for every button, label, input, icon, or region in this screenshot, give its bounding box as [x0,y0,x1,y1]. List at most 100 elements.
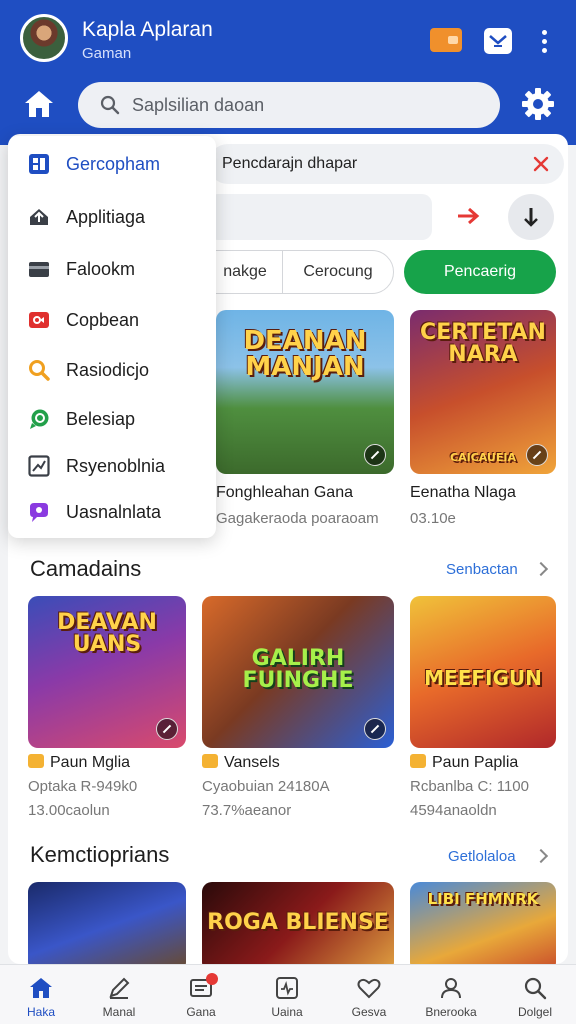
featured-tile-2[interactable]: CERTETAN NARA CAICAUEIA [410,310,556,474]
menu-item-card[interactable]: Falookm [8,246,216,292]
card-title: Paun Paplia [410,754,518,772]
dashboard-icon [28,153,50,175]
tab-active[interactable]: Pencaerig [404,250,556,294]
card-subtitle: Gagakeraoda poaraoam [216,510,379,527]
menu-item-search[interactable]: Rasiodicjo [8,347,216,393]
menu-item-label: Rsyenoblnia [66,455,166,476]
profile-icon [441,978,461,999]
pen-icon [109,977,130,999]
nav-search[interactable]: Dolgel [494,965,576,1024]
activity-icon [276,977,298,999]
app-title: Kapla Aplaran [82,18,213,41]
featured-tile-1[interactable]: DEANAN MANJAN [216,310,394,474]
card-title: Vansels [202,754,280,772]
chat-icon [28,408,50,430]
nav-label: Gesva [351,1005,387,1019]
nav-inbox[interactable]: Gana [160,965,242,1024]
gear-icon[interactable] [520,86,556,122]
game-art-title: GALIRH FUINGHE [242,646,354,693]
expand-icon[interactable] [526,444,548,466]
card-line1: Optaka R-949k0 [28,778,138,795]
nav-activity[interactable]: Uaina [246,965,328,1024]
chevron-right-icon[interactable] [533,848,549,864]
game-tile[interactable] [28,882,186,964]
chevron-right-icon[interactable] [533,561,549,577]
game-art-title: DEAVAN UANS [57,610,157,657]
game-tile[interactable]: GALIRH FUINGHE [202,596,394,748]
bottom-nav: Haka Manal Gana Uaina Gesva Bnerooka Dol… [0,964,576,1024]
video-icon [28,309,50,331]
game-art-title: DEANAN MANJAN [243,326,367,382]
avatar[interactable] [20,14,68,62]
nav-favorites[interactable]: Gesva [328,965,410,1024]
home-icon [30,978,52,998]
card-subtitle: 03.10e [410,510,456,527]
search-icon [28,359,50,381]
nav-label: Gana [186,1005,216,1019]
nav-label: Haka [26,1005,55,1019]
tab-first[interactable]: nakge [208,250,282,294]
card-line2: 13.00caolun [28,802,110,819]
see-all-link[interactable]: Senbactan [446,561,518,578]
search-bar[interactable] [78,82,500,128]
menu-item-chart[interactable]: Rsyenoblnia [8,443,216,489]
heart-icon [357,978,381,999]
filter-tabs: nakge Cerocung Pencaerig [208,250,556,294]
menu-item-upload[interactable]: Applitiaga [8,194,216,240]
menu-item-dashboard[interactable]: Gercopham [8,141,216,187]
search-chip[interactable]: Pencdarajn dhapar [208,144,564,184]
card-title: Eenatha Nlaga [410,484,516,501]
game-tile[interactable]: ROGA BLIENSE [202,882,394,964]
upload-icon [28,206,50,228]
game-art-title: LIBI FHMNRK [427,890,539,908]
nav-profile[interactable]: Bnerooka [410,965,492,1024]
expand-icon[interactable] [364,718,386,740]
card-title-text: Vansels [224,754,280,771]
tab-second[interactable]: Cerocung [282,250,394,294]
menu-item-label: Applitiaga [66,206,146,227]
search-chip-label: Pencdarajn dhapar [222,155,358,172]
notification-badge [206,973,218,985]
download-button[interactable] [508,194,554,240]
see-all-link[interactable]: Getlolaloa [448,848,516,865]
menu-item-message[interactable]: Uasnalnlata [8,489,216,535]
arrow-down-icon [524,208,538,227]
chart-icon [28,455,50,477]
section-title: Camadains [30,556,142,581]
card-title-text: Paun Mglia [50,754,131,771]
card-title: Fonghleahan Gana [216,484,353,501]
arrow-right-icon[interactable] [456,206,482,226]
menu-item-video[interactable]: Copbean [8,297,216,343]
menu-item-chat[interactable]: Belesiap [8,396,216,442]
menu-item-label: Falookm [66,258,136,279]
game-tile[interactable]: LIBI FHMNRK [410,882,556,964]
wallet-icon[interactable] [430,28,462,52]
menu-item-label: Copbean [66,309,140,330]
home-icon[interactable] [22,88,56,120]
menu-item-label: Gercopham [66,153,161,174]
game-art [28,882,186,964]
nav-edit[interactable]: Manal [78,965,160,1024]
card-title: Paun Mglia [28,754,130,772]
menu-item-label: Uasnalnlata [66,501,162,522]
nav-label: Manal [102,1005,136,1019]
expand-icon[interactable] [156,718,178,740]
card-line1: Rcbanlba C: 1100 [410,778,529,795]
game-tile[interactable]: DEAVAN UANS [28,596,186,748]
menu-item-label: Rasiodicjo [66,359,150,380]
coin-icon [28,754,44,768]
coin-icon [202,754,218,768]
close-icon[interactable] [530,153,552,175]
expand-icon[interactable] [364,444,386,466]
search-input[interactable] [132,94,452,116]
app-subtitle: Gaman [82,45,132,62]
game-art-title: CERTETAN NARA [420,320,546,367]
nav-home[interactable]: Haka [0,965,82,1024]
coin-icon [410,754,426,768]
more-icon[interactable] [536,28,552,54]
input-field[interactable] [208,194,432,240]
section-title: Kemctioprians [30,842,170,867]
mail-icon[interactable] [484,28,512,54]
game-tile[interactable]: MEEFIGUN [410,596,556,748]
card-title-text: Paun Paplia [432,754,519,771]
